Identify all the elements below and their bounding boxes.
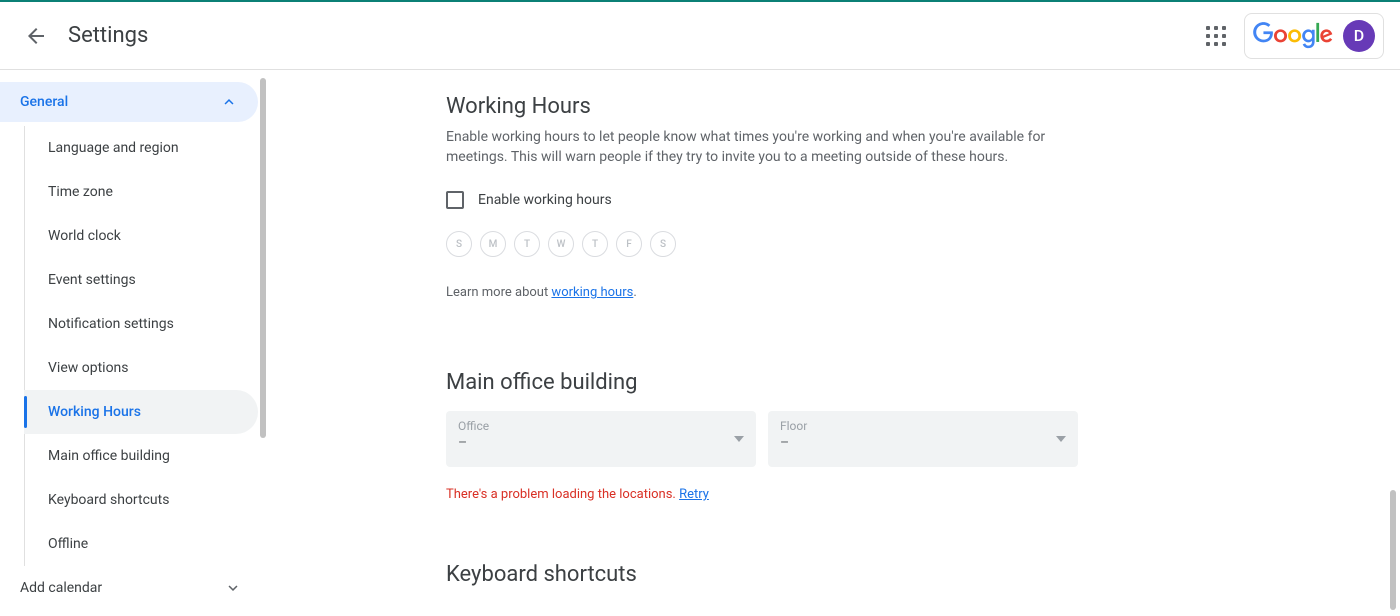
spacer (446, 300, 1360, 370)
day-chip-1[interactable]: M (480, 231, 506, 257)
sidebar-item-notification-settings[interactable]: Notification settings (24, 302, 258, 346)
main-scrollbar[interactable] (1390, 490, 1396, 610)
sidebar-item-label: Offline (48, 536, 88, 552)
page-title: Settings (68, 23, 148, 48)
main-content: Working Hours Enable working hours to le… (266, 70, 1400, 614)
google-logo (1253, 22, 1333, 49)
working-hours-description: Enable working hours to let people know … (446, 127, 1106, 167)
sidebar-item-label: View options (48, 360, 129, 376)
body: General Language and region Time zone Worl… (0, 70, 1400, 614)
learn-more-text: Learn more about working hours. (446, 285, 1360, 300)
sidebar-item-label: Event settings (48, 272, 136, 288)
google-apps-button[interactable] (1196, 16, 1236, 56)
sidebar-item-offline[interactable]: Offline (24, 522, 258, 566)
office-select-row: Office – Floor – (446, 411, 1360, 467)
sidebar-item-event-settings[interactable]: Event settings (24, 258, 258, 302)
sidebar-item-keyboard-shortcuts[interactable]: Keyboard shortcuts (24, 478, 258, 522)
spacer (446, 502, 1360, 562)
chevron-up-icon (220, 93, 238, 111)
sidebar-item-label: World clock (48, 228, 121, 244)
sidebar-item-label: Time zone (48, 184, 113, 200)
sidebar-item-label: Main office building (48, 448, 170, 464)
day-chip-6[interactable]: S (650, 231, 676, 257)
floor-select-value: – (780, 435, 1066, 451)
sidebar-item-label: Language and region (48, 140, 179, 156)
sidebar-item-working-hours[interactable]: Working Hours (24, 390, 258, 434)
checkbox-label: Enable working hours (478, 192, 612, 208)
header: Settings D (0, 2, 1400, 70)
office-select-value: – (458, 435, 744, 451)
sidebar-item-label: Working Hours (48, 404, 141, 420)
learn-suffix: . (633, 285, 636, 300)
sidebar-item-view-options[interactable]: View options (24, 346, 258, 390)
learn-prefix: Learn more about (446, 285, 551, 300)
avatar: D (1343, 20, 1375, 52)
day-chip-2[interactable]: T (514, 231, 540, 257)
day-chip-0[interactable]: S (446, 231, 472, 257)
account-switcher[interactable]: D (1244, 13, 1384, 59)
caret-down-icon (1056, 436, 1066, 442)
section-title-main-office: Main office building (446, 370, 1360, 395)
checkbox-icon (446, 191, 464, 209)
section-title-working-hours: Working Hours (446, 94, 1360, 119)
sidebar-item-label: Keyboard shortcuts (48, 492, 169, 508)
sidebar-section-label: General (20, 94, 68, 110)
office-select-label: Office (458, 419, 744, 433)
back-button[interactable] (16, 16, 56, 56)
arrow-left-icon (24, 24, 48, 48)
sidebar-item-time-zone[interactable]: Time zone (24, 170, 258, 214)
section-title-keyboard-shortcuts: Keyboard shortcuts (446, 562, 1360, 587)
caret-down-icon (734, 436, 744, 442)
chevron-down-icon (224, 579, 242, 597)
day-chip-4[interactable]: T (582, 231, 608, 257)
sidebar-section-general[interactable]: General (0, 82, 258, 122)
sidebar: General Language and region Time zone Worl… (0, 70, 266, 614)
sidebar-item-world-clock[interactable]: World clock (24, 214, 258, 258)
retry-link[interactable]: Retry (679, 487, 709, 502)
add-calendar-label: Add calendar (20, 580, 102, 596)
sidebar-item-language-and-region[interactable]: Language and region (24, 126, 258, 170)
day-chip-3[interactable]: W (548, 231, 574, 257)
floor-select-label: Floor (780, 419, 1066, 433)
sidebar-item-label: Notification settings (48, 316, 174, 332)
day-chip-5[interactable]: F (616, 231, 642, 257)
working-hours-link[interactable]: working hours (551, 285, 633, 300)
floor-select[interactable]: Floor – (768, 411, 1078, 467)
location-error-text: There's a problem loading the locations.… (446, 487, 1360, 502)
day-chip-row: SMTWTFS (446, 231, 1360, 257)
apps-grid-icon (1206, 26, 1226, 46)
add-calendar-button[interactable]: Add calendar (0, 568, 266, 608)
sidebar-nav-group: Language and region Time zone World clock E… (0, 126, 266, 566)
office-select[interactable]: Office – (446, 411, 756, 467)
sidebar-item-main-office-building[interactable]: Main office building (24, 434, 258, 478)
avatar-initial: D (1354, 26, 1364, 45)
enable-working-hours-checkbox[interactable]: Enable working hours (446, 191, 1360, 209)
error-message: There's a problem loading the locations. (446, 487, 679, 502)
